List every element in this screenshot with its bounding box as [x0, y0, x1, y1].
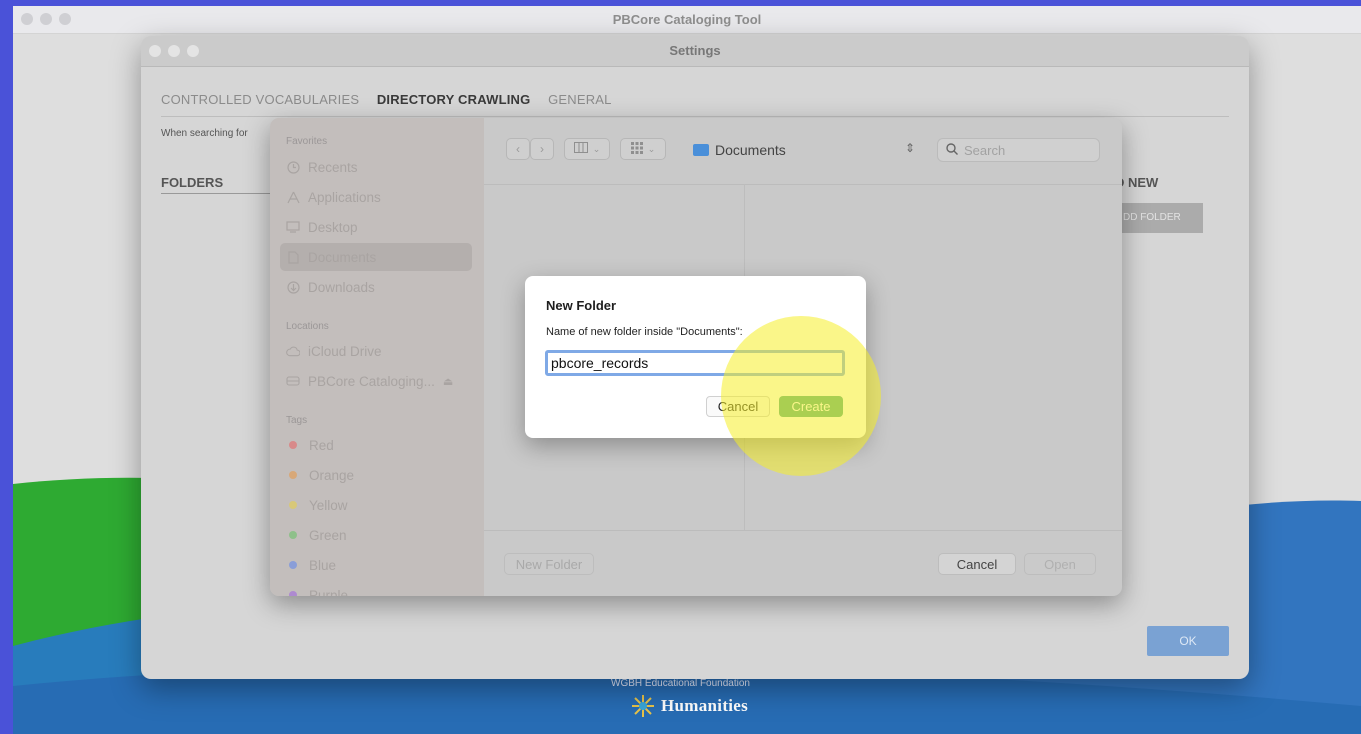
new-folder-button[interactable]: New Folder [504, 553, 594, 575]
humanities-logo-text: Humanities [661, 696, 749, 715]
create-button[interactable]: Create [779, 396, 843, 417]
add-folder-button[interactable]: DD FOLDER [1113, 203, 1203, 233]
sidebar-item-label: Blue [309, 557, 337, 573]
disk-icon [286, 374, 300, 388]
dialog-message: Name of new folder inside "Documents": [546, 326, 743, 338]
sidebar-item-label: Downloads [308, 279, 375, 295]
download-icon [286, 280, 300, 294]
sidebar-item-label: Green [309, 527, 347, 543]
sidebar-tag-purple[interactable]: Purple [280, 581, 472, 596]
sidebar-item-label: Applications [308, 189, 381, 205]
directory-crawling-hint: When searching for [161, 128, 248, 139]
settings-tabs: CONTROLLED VOCABULARIES DIRECTORY CRAWLI… [161, 92, 1229, 117]
view-mode-button[interactable]: ⌄ [564, 138, 610, 160]
tab-directory-crawling[interactable]: DIRECTORY CRAWLING [377, 92, 531, 107]
location-label: Documents [715, 142, 786, 158]
yellow-tag-dot-icon [289, 501, 297, 509]
blue-tag-dot-icon [289, 561, 297, 569]
finder-sidebar: Favorites Recents Applications Desktop D… [270, 118, 484, 596]
location-popup[interactable]: Documents ⇕ [693, 138, 915, 162]
dialog-title: New Folder [546, 298, 617, 313]
orange-tag-dot-icon [289, 471, 297, 479]
locations-section-label: Locations [286, 321, 329, 332]
sidebar-tag-red[interactable]: Red [280, 431, 472, 459]
settings-close-button[interactable] [149, 45, 161, 57]
sidebar-item-label: Red [309, 437, 334, 453]
sidebar-item-icloud-drive[interactable]: iCloud Drive [280, 337, 472, 365]
sidebar-item-downloads[interactable]: Downloads [280, 273, 472, 301]
document-icon [286, 250, 300, 264]
finder-toolbar: ‹ › ⌄ ⌄ Documents ⇕ Search [484, 118, 1122, 185]
folder-name-input[interactable] [545, 350, 845, 376]
red-tag-dot-icon [289, 441, 297, 449]
green-tag-dot-icon [289, 531, 297, 539]
forward-button[interactable]: › [530, 138, 554, 160]
settings-window-controls[interactable] [149, 45, 199, 57]
panel-cancel-button[interactable]: Cancel [938, 553, 1016, 575]
sidebar-item-label: Yellow [309, 497, 348, 513]
columns-view-icon [573, 142, 588, 156]
settings-minimize-button[interactable] [168, 45, 180, 57]
eject-icon[interactable]: ⏏ [443, 375, 453, 388]
cloud-icon [286, 344, 300, 358]
up-down-chevron-icon: ⇕ [904, 141, 915, 155]
search-icon [946, 142, 958, 158]
sidebar-tag-orange[interactable]: Orange [280, 461, 472, 489]
humanities-logo: Humanities [630, 693, 748, 719]
sidebar-item-applications[interactable]: Applications [280, 183, 472, 211]
applications-icon [286, 190, 300, 204]
settings-titlebar: Settings [141, 36, 1249, 67]
new-folder-dialog: New Folder Name of new folder inside "Do… [525, 276, 866, 438]
sidebar-tag-yellow[interactable]: Yellow [280, 491, 472, 519]
search-field[interactable]: Search [937, 138, 1100, 162]
sidebar-item-label: Purple [309, 587, 349, 597]
panel-bottom-bar: New Folder Cancel Open [484, 530, 1122, 596]
sidebar-tag-green[interactable]: Green [280, 521, 472, 549]
group-by-button[interactable]: ⌄ [620, 138, 666, 160]
sidebar-item-label: Desktop [308, 219, 358, 235]
settings-title: Settings [669, 43, 721, 58]
tab-general[interactable]: GENERAL [548, 92, 612, 107]
chevron-left-icon: ‹ [516, 142, 520, 156]
sidebar-item-desktop[interactable]: Desktop [280, 213, 472, 241]
tab-controlled-vocabularies[interactable]: CONTROLLED VOCABULARIES [161, 92, 359, 107]
footer-text: WGBH Educational Foundation [611, 678, 750, 689]
desktop-icon [286, 220, 300, 234]
grid-icon [630, 141, 643, 157]
sidebar-item-documents[interactable]: Documents [280, 243, 472, 271]
sidebar-item-label: PBCore Cataloging... [308, 373, 435, 389]
tags-section-label: Tags [286, 415, 308, 426]
chevron-down-icon: ⌄ [592, 143, 601, 154]
sidebar-item-recents[interactable]: Recents [280, 153, 472, 181]
ok-button[interactable]: OK [1147, 626, 1229, 656]
back-button[interactable]: ‹ [506, 138, 530, 160]
sidebar-item-label: Orange [309, 467, 355, 483]
favorites-section-label: Favorites [286, 136, 328, 147]
humanities-emblem-icon [632, 695, 654, 717]
clock-icon [286, 160, 300, 174]
purple-tag-dot-icon [289, 591, 297, 596]
sidebar-item-pbcore-volume[interactable]: PBCore Cataloging... ⏏ [280, 367, 472, 395]
sidebar-item-label: Recents [308, 159, 358, 175]
settings-zoom-button[interactable] [187, 45, 199, 57]
chevron-right-icon: › [540, 142, 544, 156]
open-button[interactable]: Open [1024, 553, 1096, 575]
folder-icon [693, 144, 709, 156]
dialog-cancel-button[interactable]: Cancel [706, 396, 770, 417]
search-placeholder: Search [964, 142, 1006, 158]
sidebar-item-label: Documents [308, 249, 377, 265]
folders-heading: FOLDERS [161, 175, 271, 194]
sidebar-tag-blue[interactable]: Blue [280, 551, 472, 579]
sidebar-item-label: iCloud Drive [308, 343, 382, 359]
chevron-down-icon: ⌄ [647, 143, 656, 154]
